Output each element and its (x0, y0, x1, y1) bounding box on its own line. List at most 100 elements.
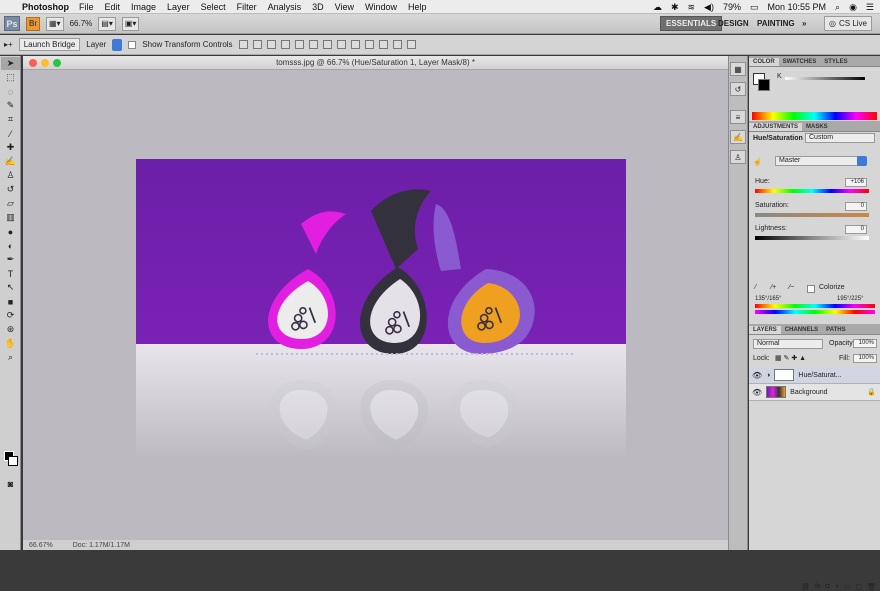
tab-adjustments[interactable]: ADJUSTMENTS (749, 123, 803, 131)
fill-value[interactable]: 100% (853, 354, 877, 363)
background-color-swatch[interactable] (8, 456, 18, 466)
distribute-right-icon[interactable] (392, 40, 402, 49)
tab-layers[interactable]: LAYERS (749, 326, 781, 334)
status-doc-info[interactable]: Doc: 1.17M/1.17M (73, 542, 130, 549)
battery-icon[interactable]: ▭ (750, 2, 759, 13)
k-slider[interactable] (785, 77, 865, 80)
range-bar-bottom[interactable] (755, 310, 875, 314)
type-tool-icon[interactable]: T (1, 267, 20, 280)
minimize-window-button[interactable] (41, 59, 49, 67)
tab-styles[interactable]: STYLES (820, 58, 851, 66)
lasso-tool-icon[interactable]: ◌ (1, 85, 20, 98)
arrange-documents-button[interactable]: ▤▾ (98, 16, 116, 31)
menu-analysis[interactable]: Analysis (268, 2, 302, 12)
saturation-slider[interactable] (755, 213, 869, 217)
tab-color[interactable]: COLOR (749, 58, 779, 66)
image-canvas[interactable] (136, 159, 626, 459)
blend-mode-dropdown[interactable]: Normal (753, 339, 823, 349)
user-icon[interactable]: ◉ (849, 2, 857, 13)
layer-style-icon[interactable]: fx (815, 583, 820, 591)
menu-window[interactable]: Window (365, 2, 397, 12)
brush-tool-icon[interactable]: ✍ (1, 155, 20, 168)
brush-panel-icon[interactable]: ✍ (730, 130, 746, 144)
menu-image[interactable]: Image (131, 2, 156, 12)
tab-masks[interactable]: MASKS (802, 123, 832, 131)
menu-help[interactable]: Help (408, 2, 427, 12)
channel-dropdown-arrow[interactable] (857, 156, 867, 166)
layer-thumbnail[interactable] (766, 386, 787, 398)
3d-rotate-tool-icon[interactable]: ⟳ (1, 309, 20, 322)
launch-bridge-button[interactable]: Launch Bridge (18, 38, 81, 51)
tab-channels[interactable]: CHANNELS (781, 326, 822, 334)
opacity-value[interactable]: 100% (853, 339, 877, 348)
align-top-icon[interactable] (238, 40, 248, 49)
channel-dropdown[interactable]: Master (775, 156, 865, 166)
align-left-icon[interactable] (280, 40, 290, 49)
tab-paths[interactable]: PATHS (822, 326, 849, 334)
clock[interactable]: Mon 10:55 PM (767, 2, 826, 12)
link-layers-icon[interactable]: ⛓ (801, 583, 810, 591)
menu-file[interactable]: File (79, 2, 94, 12)
distribute-vcenter-icon[interactable] (336, 40, 346, 49)
layer-name[interactable]: Background (790, 389, 827, 396)
histogram-icon[interactable]: ▦ (730, 62, 746, 76)
layer-name[interactable]: Hue/Saturat... (798, 372, 841, 379)
preset-dropdown[interactable]: Custom (805, 133, 875, 143)
colorize-checkbox[interactable] (807, 285, 815, 293)
workspace-design[interactable]: DESIGN (718, 16, 749, 31)
layer-mask-thumbnail[interactable] (774, 369, 795, 381)
layer-row-background[interactable]: 👁 Background 🔒 (749, 384, 880, 401)
distribute-bottom-icon[interactable] (350, 40, 360, 49)
layer-row-hue-saturation[interactable]: 👁 ◑ Hue/Saturat... (749, 367, 880, 384)
new-adjustment-icon[interactable]: ◑ (835, 583, 839, 591)
lightness-slider[interactable] (755, 236, 869, 240)
auto-align-icon[interactable] (406, 40, 416, 49)
menu-list-icon[interactable]: ☰ (866, 2, 874, 13)
workspace-essentials[interactable]: ESSENTIALS (660, 16, 723, 31)
cloud-icon[interactable]: ☁ (653, 2, 662, 13)
trash-icon[interactable]: 🗑 (867, 583, 876, 591)
align-bottom-icon[interactable] (266, 40, 276, 49)
bluetooth-icon[interactable]: ✱ (671, 2, 679, 13)
hue-value[interactable]: +106 (845, 178, 867, 187)
wifi-icon[interactable]: ≋ (687, 2, 695, 13)
quick-select-tool-icon[interactable]: ✎ (1, 99, 20, 112)
bridge-button[interactable]: Br (26, 16, 40, 31)
tab-swatches[interactable]: SWATCHES (779, 58, 821, 66)
search-icon[interactable]: ⌕ (835, 2, 840, 13)
volume-icon[interactable]: ◀) (704, 2, 714, 13)
shape-tool-icon[interactable]: ■ (1, 295, 20, 308)
color-ramp[interactable] (752, 112, 877, 120)
clone-source-icon[interactable]: ♙ (730, 150, 746, 164)
quick-mask-icon[interactable]: ◙ (1, 477, 20, 490)
eyedropper-add-icon[interactable]: ⁄+ (771, 284, 776, 291)
hand-tool-icon[interactable]: ✋ (1, 337, 20, 350)
align-vcenter-icon[interactable] (252, 40, 262, 49)
3d-orbit-tool-icon[interactable]: ⊛ (1, 323, 20, 336)
zoom-level[interactable]: 66.7% (70, 19, 93, 28)
healing-tool-icon[interactable]: ✚ (1, 141, 20, 154)
brush-presets-icon[interactable]: ≡ (730, 110, 746, 124)
menu-3d[interactable]: 3D (312, 2, 324, 12)
menu-layer[interactable]: Layer (167, 2, 190, 12)
battery-percent[interactable]: 79% (723, 2, 741, 12)
menu-app-name[interactable]: Photoshop (22, 2, 69, 12)
menu-select[interactable]: Select (201, 2, 226, 12)
view-extras-button[interactable]: ▦▾ (46, 16, 64, 31)
eyedropper-tool-icon[interactable]: ⁄ (1, 127, 20, 140)
workspace-painting[interactable]: PAINTING (757, 16, 795, 31)
eye-icon[interactable]: 👁 (752, 388, 762, 397)
pen-tool-icon[interactable]: ✒ (1, 253, 20, 266)
zoom-tool-icon[interactable]: ⌕ (1, 351, 20, 364)
distribute-hcenter-icon[interactable] (378, 40, 388, 49)
crop-tool-icon[interactable]: ⌗ (1, 113, 20, 126)
workspace-more[interactable]: » (802, 16, 806, 31)
distribute-left-icon[interactable] (364, 40, 374, 49)
cs-live-button[interactable]: ◎ CS Live (824, 16, 872, 31)
hand-adjust-icon[interactable]: ☝ (753, 158, 762, 166)
menu-edit[interactable]: Edit (105, 2, 121, 12)
lightness-value[interactable]: 0 (845, 225, 867, 234)
range-bar-top[interactable] (755, 304, 875, 308)
new-layer-icon[interactable]: ▢ (855, 583, 862, 591)
eyedropper-subtract-icon[interactable]: ⁄− (789, 284, 794, 291)
